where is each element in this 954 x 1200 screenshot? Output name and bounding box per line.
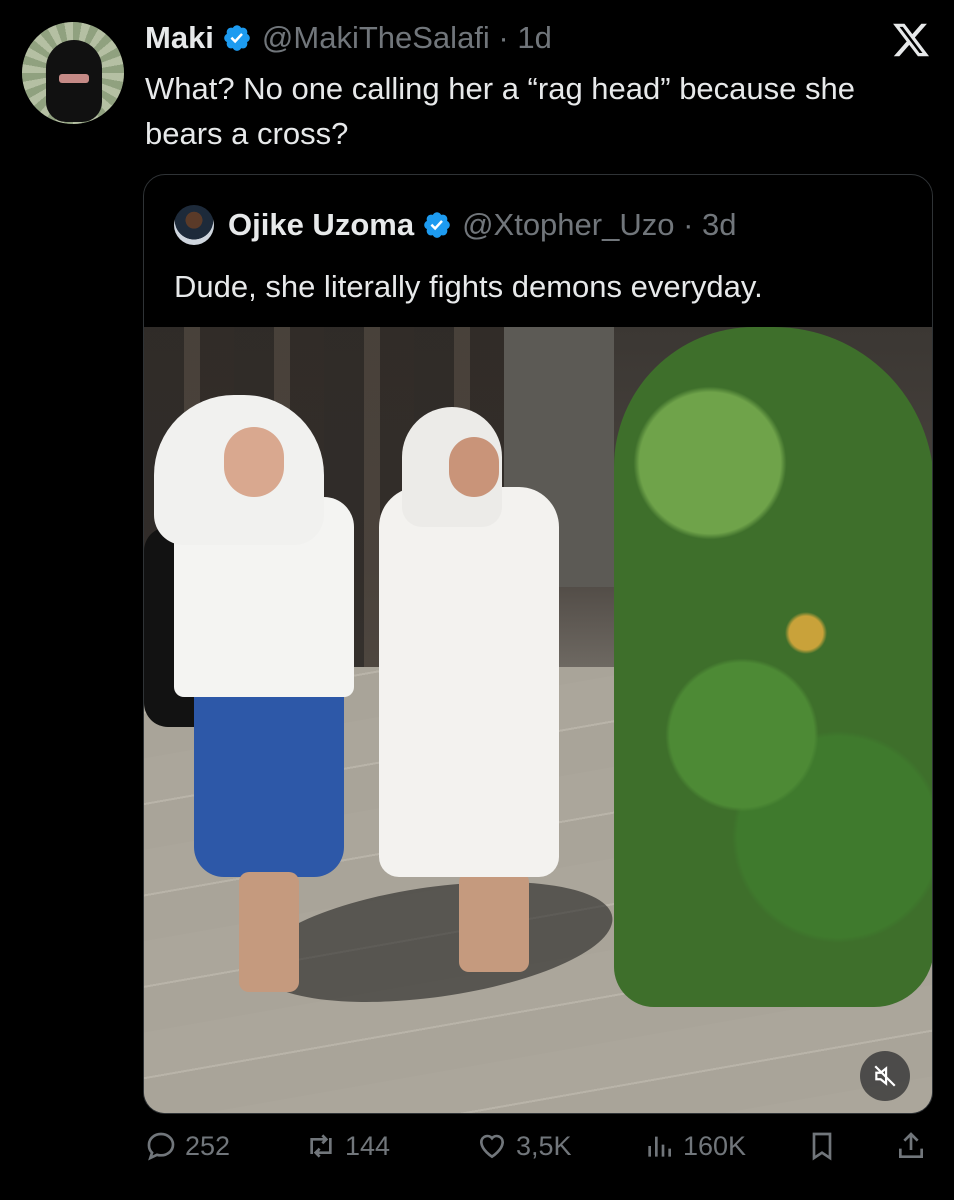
views-icon bbox=[648, 1136, 671, 1157]
like-icon bbox=[479, 1134, 505, 1159]
like-count: 3,5K bbox=[516, 1130, 572, 1161]
repost-icon bbox=[310, 1134, 332, 1158]
video-bush-costume bbox=[614, 327, 932, 1007]
views-count: 160K bbox=[683, 1130, 747, 1161]
share-button[interactable] bbox=[895, 1130, 935, 1162]
tweet-header: Maki @MakiTheSalafi · 1d bbox=[145, 18, 552, 58]
tweet-text: What? No one calling her a “rag head” be… bbox=[145, 71, 855, 151]
quoted-tweet-header: Ojike Uzoma @Xtopher_Uzo · 3d bbox=[174, 205, 737, 245]
like-button[interactable]: 3,5K bbox=[476, 1130, 572, 1162]
quoted-tweet-card[interactable]: Ojike Uzoma @Xtopher_Uzo · 3d Dude, she … bbox=[143, 174, 933, 1114]
share-icon bbox=[899, 1132, 923, 1158]
repost-button[interactable]: 144 bbox=[305, 1130, 390, 1162]
tweet-video[interactable] bbox=[144, 327, 932, 1113]
dot-separator: · bbox=[674, 207, 703, 242]
x-logo-icon[interactable] bbox=[890, 20, 932, 60]
bookmark-button[interactable] bbox=[806, 1130, 846, 1162]
tweet-time[interactable]: 1d bbox=[517, 18, 551, 58]
author-name[interactable]: Maki bbox=[145, 18, 214, 58]
quoted-tweet-text: Dude, she literally fights demons everyd… bbox=[174, 269, 763, 304]
video-figure2-legs bbox=[459, 872, 529, 972]
video-figure-skirt bbox=[194, 687, 344, 877]
author-handle[interactable]: @MakiTheSalafi bbox=[262, 18, 490, 58]
verified-badge-icon bbox=[424, 212, 450, 238]
bookmark-icon bbox=[812, 1132, 832, 1161]
tweet-actions-bar: 252 144 3,5K 160K bbox=[0, 1130, 954, 1180]
reply-icon bbox=[147, 1132, 175, 1161]
mute-button[interactable] bbox=[860, 1051, 910, 1101]
quoted-author-name[interactable]: Ojike Uzoma bbox=[228, 205, 414, 245]
mute-icon bbox=[874, 1065, 896, 1087]
verified-badge-icon bbox=[224, 25, 250, 51]
avatar-eyes bbox=[59, 74, 89, 83]
reply-button[interactable]: 252 bbox=[145, 1130, 230, 1162]
views-button[interactable]: 160K bbox=[643, 1130, 746, 1162]
quoted-tweet-time[interactable]: 3d bbox=[702, 205, 736, 245]
video-figure-face bbox=[224, 427, 284, 497]
author-avatar[interactable] bbox=[22, 22, 124, 124]
reply-count: 252 bbox=[185, 1130, 231, 1161]
repost-count: 144 bbox=[345, 1130, 391, 1161]
quoted-author-handle[interactable]: @Xtopher_Uzo bbox=[462, 205, 674, 245]
dot-separator: · bbox=[489, 20, 518, 55]
video-figure-legs bbox=[239, 872, 299, 992]
video-figure2-face bbox=[449, 437, 499, 497]
quoted-author-avatar[interactable] bbox=[174, 205, 214, 245]
video-figure2-body bbox=[379, 487, 559, 877]
